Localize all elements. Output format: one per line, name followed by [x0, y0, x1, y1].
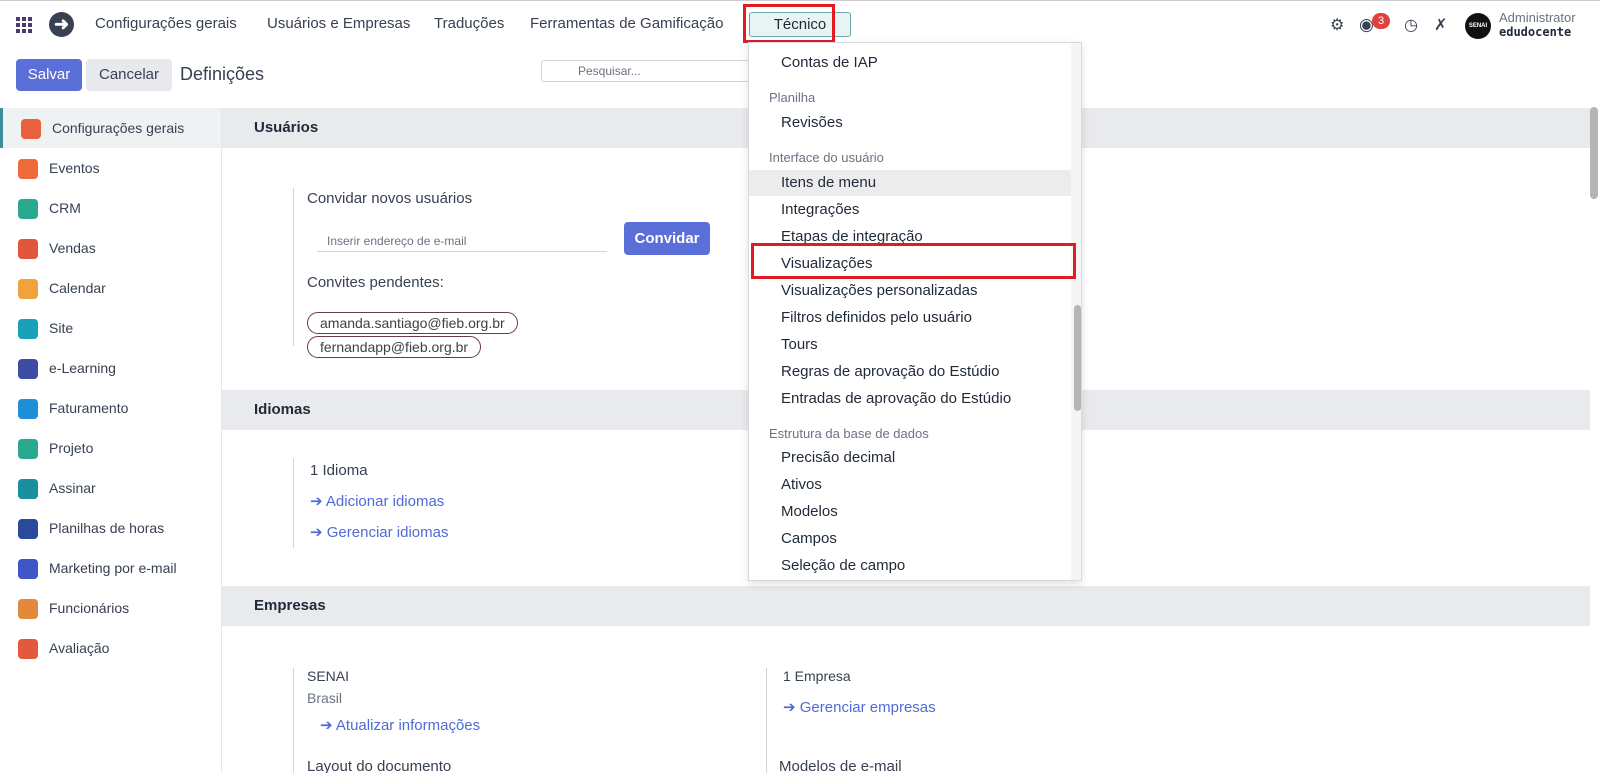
menu-item-iap-accounts[interactable]: Contas de IAP — [749, 50, 1071, 76]
menu-general-settings[interactable]: Configurações gerais — [95, 15, 237, 32]
employees-app-icon — [18, 599, 38, 619]
menu-item-tours[interactable]: Tours — [749, 332, 1071, 358]
sidebar-item[interactable]: Faturamento — [0, 388, 221, 428]
avatar[interactable]: SENAI — [1465, 13, 1491, 39]
highlight-views-item — [751, 243, 1076, 279]
menu-gamification[interactable]: Ferramentas de Gamificação — [530, 15, 723, 32]
menu-translations[interactable]: Traduções — [434, 15, 504, 32]
sidebar-item-label: Calendar — [49, 280, 106, 296]
timesheets-app-icon — [18, 519, 38, 539]
sidebar-item[interactable]: CRM — [0, 188, 221, 228]
dropdown-header-sheet: Planilha — [769, 90, 816, 105]
document-layout-label: Layout do documento — [307, 758, 452, 773]
sidebar-item-label: Marketing por e-mail — [49, 560, 177, 576]
menu-item-models[interactable]: Modelos — [749, 499, 1071, 525]
menu-item-field-selection[interactable]: Seleção de campo — [749, 553, 1071, 579]
appraisal-app-icon — [18, 639, 38, 659]
project-app-icon — [18, 439, 38, 459]
sidebar-item[interactable]: e-Learning — [0, 348, 221, 388]
add-languages-link[interactable]: ➔ Adicionar idiomas — [310, 492, 444, 510]
section-header-companies: Empresas — [222, 586, 1590, 626]
pending-invite-pill[interactable]: fernandapp@fieb.org.br — [307, 336, 482, 358]
company-name: SENAI — [307, 668, 350, 684]
sign-app-icon — [18, 479, 38, 499]
highlight-technical-menu — [743, 4, 835, 43]
company-count: 1 Empresa — [783, 668, 851, 684]
sidebar-item-label: Avaliação — [49, 640, 110, 656]
menu-item-revisions[interactable]: Revisões — [749, 110, 1071, 136]
menu-item-decimal-precision[interactable]: Precisão decimal — [749, 445, 1071, 471]
sidebar-item[interactable]: Avaliação — [0, 628, 221, 668]
search-input[interactable]: Pesquisar... — [541, 60, 751, 82]
website-app-icon — [18, 319, 38, 339]
manage-companies-link[interactable]: ➔ Gerenciar empresas — [783, 698, 936, 716]
email-field[interactable]: Inserir endereço de e-mail — [317, 230, 607, 252]
debug-bug-icon[interactable]: ⚙ — [1330, 15, 1344, 35]
sidebar-item[interactable]: Planilhas de horas — [0, 508, 221, 548]
sidebar-item-label: Funcionários — [49, 600, 130, 616]
user-name[interactable]: Administrator — [1499, 10, 1576, 25]
sidebar-item-label: Planilhas de horas — [49, 520, 165, 536]
sidebar-item[interactable]: Assinar — [0, 468, 221, 508]
menu-item-assets[interactable]: Ativos — [749, 472, 1071, 498]
sidebar-item[interactable]: Marketing por e-mail — [0, 548, 221, 588]
email-templates-label: Modelos de e-mail — [779, 758, 902, 773]
sidebar-item-label: Vendas — [49, 240, 96, 256]
pending-invite-pill[interactable]: amanda.santiago@fieb.org.br — [307, 312, 518, 334]
menu-item-user-filters[interactable]: Filtros definidos pelo usuário — [749, 305, 1071, 331]
sidebar-item-label: Site — [49, 320, 74, 336]
company-country: Brasil — [307, 690, 343, 706]
events-app-icon — [18, 159, 38, 179]
settings-app-icon — [21, 119, 41, 139]
menu-item-menu-items[interactable]: Itens de menu — [749, 170, 1071, 196]
email-marketing-app-icon — [18, 559, 38, 579]
database-name: edudocente — [1499, 25, 1572, 39]
sidebar-item[interactable]: Funcionários — [0, 588, 221, 628]
calendar-app-icon — [18, 279, 38, 299]
invite-button[interactable]: Convidar — [624, 222, 710, 255]
dropdown-scrollbar-thumb[interactable] — [1074, 305, 1081, 411]
pending-invites-label: Convites pendentes: — [307, 274, 444, 291]
sidebar-item-label: Eventos — [49, 160, 100, 176]
page-title: Definições — [180, 64, 265, 84]
menu-item-integrations[interactable]: Integrações — [749, 197, 1071, 223]
settings-sidebar: Configurações gerais Eventos CRM Vendas Cale… — [0, 108, 222, 773]
save-button[interactable]: Salvar — [16, 59, 82, 91]
sidebar-item-label: CRM — [49, 200, 81, 216]
menu-users-companies[interactable]: Usuários e Empresas — [267, 15, 410, 32]
sidebar-item-label: Assinar — [49, 480, 96, 496]
dropdown-header-db: Estrutura da base de dados — [769, 426, 929, 441]
activity-clock-icon[interactable]: ◷ — [1404, 15, 1418, 35]
sidebar-item-label: e-Learning — [49, 360, 116, 376]
sidebar-item-label: Faturamento — [49, 400, 129, 416]
home-arrow-icon[interactable]: ➜ — [49, 12, 74, 37]
notification-badge: 3 — [1372, 13, 1390, 29]
update-info-link[interactable]: ➔ Atualizar informações — [320, 716, 480, 734]
menu-item-custom-views[interactable]: Visualizações personalizadas — [749, 278, 1071, 304]
sidebar-item[interactable]: Site — [0, 308, 221, 348]
menu-item-studio-approval-rules[interactable]: Regras de aprovação do Estúdio — [749, 359, 1071, 385]
menu-item-fields[interactable]: Campos — [749, 526, 1071, 552]
sidebar-item[interactable]: Projeto — [0, 428, 221, 468]
sidebar-item[interactable]: Eventos — [0, 148, 221, 188]
language-count: 1 Idioma — [310, 462, 368, 479]
crm-app-icon — [18, 199, 38, 219]
page-scrollbar[interactable] — [1590, 107, 1598, 199]
sidebar-item-label: Configurações gerais — [52, 120, 185, 136]
manage-languages-link[interactable]: ➔ Gerenciar idiomas — [310, 523, 448, 541]
sidebar-item-label: Projeto — [49, 440, 94, 456]
apps-grid-icon[interactable] — [16, 17, 32, 33]
technical-dropdown: Contas de IAP Planilha Revisões Interfac… — [748, 42, 1082, 581]
dropdown-header-ui: Interface do usuário — [769, 150, 884, 165]
invite-users-label: Convidar novos usuários — [307, 190, 473, 207]
tools-icon[interactable]: ✗ — [1434, 15, 1447, 35]
invoicing-app-icon — [18, 399, 38, 419]
sidebar-item[interactable]: Configurações gerais — [0, 108, 221, 148]
elearning-app-icon — [18, 359, 38, 379]
menu-item-studio-approval-entries[interactable]: Entradas de aprovação do Estúdio — [749, 386, 1071, 412]
sales-app-icon — [18, 239, 38, 259]
sidebar-item[interactable]: Calendar — [0, 268, 221, 308]
cancel-button[interactable]: Cancelar — [86, 59, 172, 91]
sidebar-item[interactable]: Vendas — [0, 228, 221, 268]
